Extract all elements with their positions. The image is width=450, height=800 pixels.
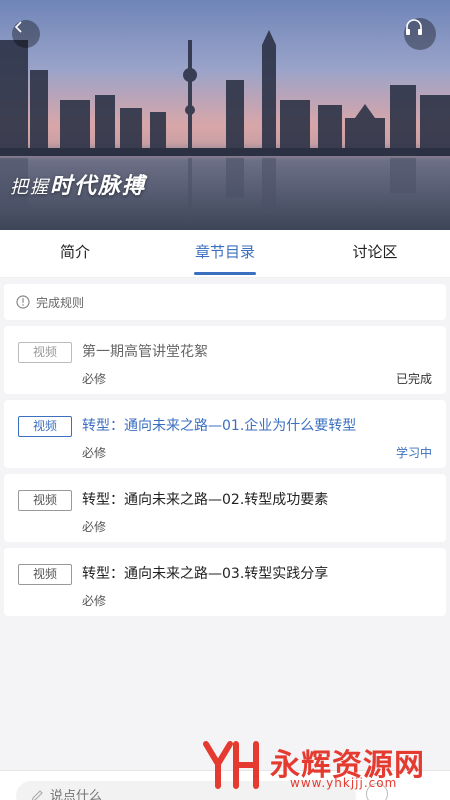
lesson-status: 学习中 [395,446,432,460]
edit-icon [31,790,43,800]
video-badge: 视频 [18,490,72,511]
lesson-item[interactable]: 视频 转型：通向未来之路—02.转型成功要素 必修 [4,474,446,542]
tab-chapters[interactable]: 章节目录 [150,230,300,277]
lesson-item[interactable]: 视频 第一期高管讲堂花絮 必修 已完成 [4,326,446,394]
info-circle-icon [16,295,30,309]
completion-rules-row[interactable]: 完成规则 [4,284,446,320]
lesson-requirement: 必修 [82,594,107,608]
tab-discussion[interactable]: 讨论区 [300,230,450,277]
lesson-requirement: 必修 [82,520,107,534]
lesson-title: 转型：通向未来之路—01.企业为什么要转型 [82,418,357,434]
watermark-url: www.yhkjjj.com [290,776,398,790]
audio-button[interactable] [404,18,436,50]
watermark-logo: 永辉资源网 www.yhkjjj.com [200,738,440,794]
lesson-requirement: 必修 [82,446,107,460]
watermark-yh-icon [203,741,259,789]
headphones-icon [406,19,422,35]
back-button[interactable] [12,20,40,48]
video-badge: 视频 [18,342,72,363]
lesson-title: 第一期高管讲堂花絮 [82,344,208,360]
back-arrow-icon [14,21,22,33]
lesson-title: 转型：通向未来之路—03.转型实践分享 [82,566,329,582]
lesson-title: 转型：通向未来之路—02.转型成功要素 [82,492,329,508]
lesson-status: 已完成 [395,372,432,386]
tab-intro[interactable]: 简介 [0,230,150,277]
hero-slogan: 把握时代脉搏 [10,168,146,200]
tab-bar: 简介 章节目录 讨论区 [0,230,450,278]
slogan-prefix: 把握 [10,177,50,198]
lesson-item[interactable]: 视频 转型：通向未来之路—03.转型实践分享 必修 [4,548,446,616]
slogan-main: 时代脉搏 [50,174,147,199]
video-badge: 视频 [18,416,72,437]
video-badge: 视频 [18,564,72,585]
lesson-requirement: 必修 [82,372,107,386]
completion-rules-label: 完成规则 [36,295,85,310]
lesson-item[interactable]: 视频 转型：通向未来之路—01.企业为什么要转型 必修 学习中 [4,400,446,468]
hero-banner: 把握时代脉搏 [0,0,450,230]
